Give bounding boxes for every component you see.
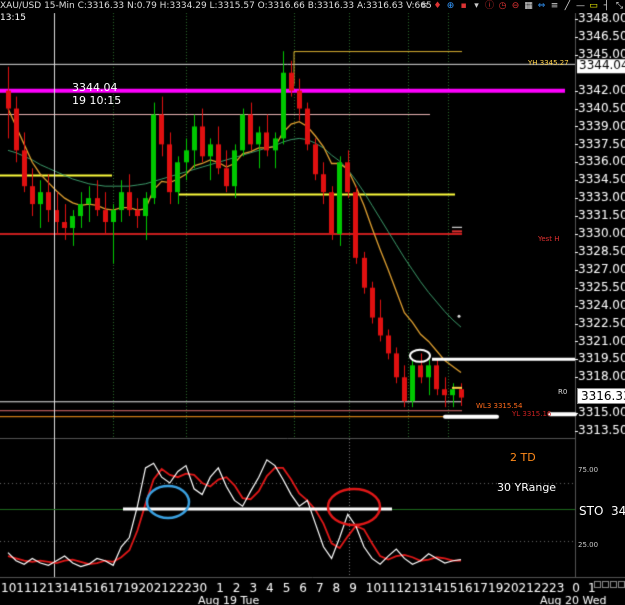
crosshair-price-label: 3344.04 <box>72 81 118 94</box>
interval-label: 15-Min <box>44 1 75 11</box>
list-icon[interactable]: ≡ <box>549 1 560 12</box>
info-icon[interactable]: ⓘ <box>484 1 495 12</box>
search-icon[interactable]: ⊕ <box>445 1 456 12</box>
scroll-icon[interactable]: ⇔ <box>536 1 547 12</box>
grid-icon[interactable]: ▦ <box>523 1 534 12</box>
volume-icon[interactable]: ♦ <box>432 1 443 12</box>
indicator-yrange-label: 30 YRange <box>497 481 557 494</box>
header-text: XAU/USD 15-Min C:3316.33 N:0.79 H:3334.2… <box>0 0 432 13</box>
stop-icon[interactable]: ⊖ <box>510 1 521 12</box>
r0-label: R0 <box>558 388 568 396</box>
symbol-label: XAU/USD <box>0 1 42 11</box>
current-price-tag: 3316.33 <box>577 388 625 404</box>
signal-icon[interactable]: ≋ <box>419 1 430 12</box>
ohlc-readout: C:3316.33 N:0.79 H:3334.29 L:3315.57 O:3… <box>77 1 432 11</box>
indicator-2td-label: 2 TD <box>510 451 536 464</box>
clock-icon[interactable]: ◷ <box>497 1 508 12</box>
trendline-icon[interactable]: ╱ <box>562 1 573 12</box>
crosshair-time-label: 19 10:15 <box>72 94 122 107</box>
indicator-sto-value: 34 <box>611 504 625 518</box>
bookmark-icon[interactable]: ▪ <box>458 1 469 12</box>
chart-toolbar: XAU/USD 15-Min C:3316.33 N:0.79 H:3334.2… <box>0 0 625 13</box>
price-axis[interactable] <box>575 0 625 440</box>
yh-label: YH 3345.27 <box>528 59 569 67</box>
pin-icon[interactable]: ▾ <box>471 1 482 12</box>
wl3-label: WL3 3315.54 <box>476 402 523 410</box>
time-axis[interactable] <box>0 577 575 605</box>
top-left-time-clip: 13:15 <box>0 13 26 23</box>
level-25-label: 25.00 <box>578 541 599 549</box>
yest-label: Yest H <box>538 235 560 243</box>
level-75-label: 75.00 <box>578 466 599 474</box>
indicator-sto-label: STO <box>579 504 604 518</box>
yl-label: YL 3315.16 <box>512 410 552 418</box>
